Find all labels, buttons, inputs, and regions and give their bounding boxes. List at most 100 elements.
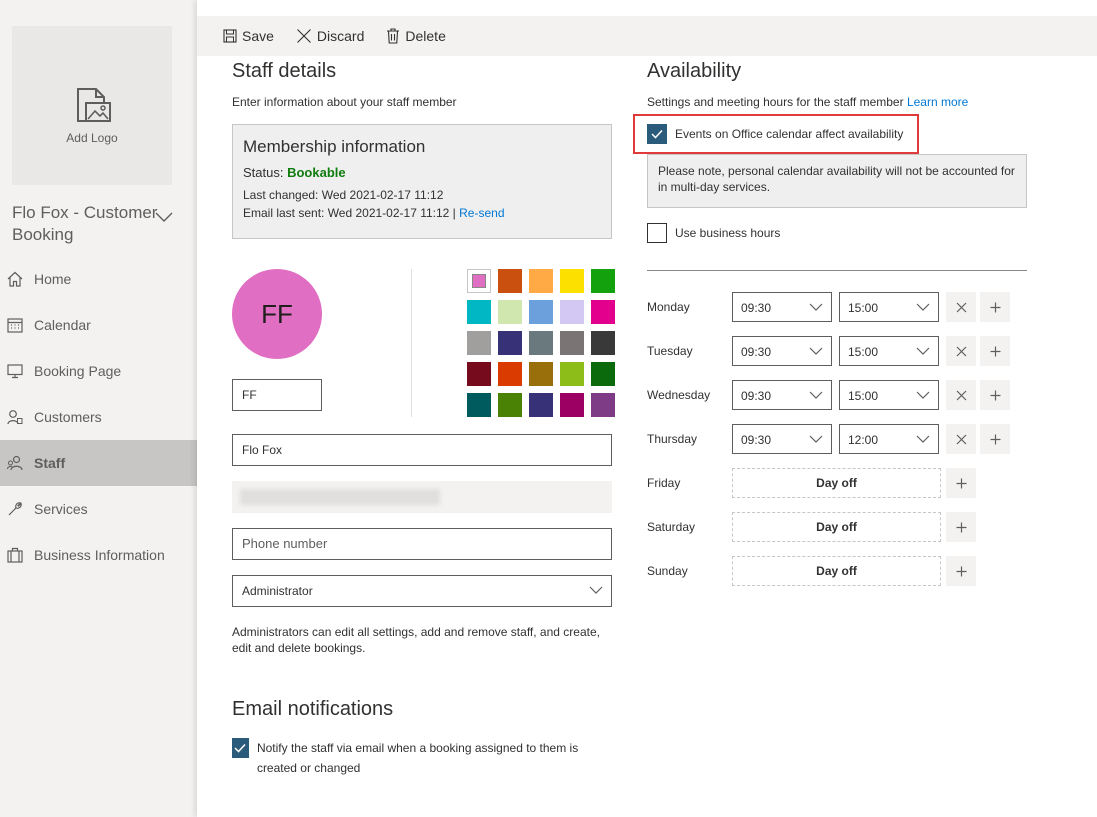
save-label: Save [242, 28, 274, 44]
monitor-icon [6, 362, 24, 380]
start-time-select[interactable]: 09:30 [732, 336, 832, 366]
color-swatch[interactable] [560, 269, 584, 293]
remove-hours-button[interactable] [946, 424, 976, 454]
sidebar-item-calendar[interactable]: Calendar [0, 302, 197, 348]
color-picker [467, 269, 615, 417]
color-swatch[interactable] [467, 393, 491, 417]
add-hours-button[interactable] [946, 512, 976, 542]
color-swatch[interactable] [498, 331, 522, 355]
day-row-thursday: Thursday 09:30 12:00 [647, 424, 1047, 456]
sidebar-item-home[interactable]: Home [0, 256, 197, 302]
close-icon [956, 346, 966, 356]
remove-hours-button[interactable] [946, 380, 976, 410]
chevron-down-icon[interactable] [155, 212, 173, 222]
sidebar-item-label: Home [34, 271, 72, 287]
color-swatch[interactable] [529, 362, 553, 386]
sidebar-item-booking-page[interactable]: Booking Page [0, 348, 197, 394]
staff-details-title: Staff details [232, 60, 337, 82]
email-field[interactable] [232, 481, 612, 513]
add-hours-button[interactable] [980, 424, 1010, 454]
business-name[interactable]: Flo Fox - Customer Booking [12, 202, 162, 246]
color-swatch[interactable] [498, 362, 522, 386]
start-time-value: 09:30 [741, 433, 772, 447]
resend-link[interactable]: Re-send [459, 206, 504, 220]
initials-input[interactable] [232, 379, 322, 411]
day-off-slot: Day off [732, 556, 941, 586]
end-time-select[interactable]: 15:00 [839, 380, 939, 410]
color-swatch[interactable] [591, 393, 615, 417]
sidebar-item-label: Customers [34, 409, 102, 425]
color-swatch[interactable] [560, 300, 584, 324]
sidebar-item-services[interactable]: Services [0, 486, 197, 532]
plus-icon [956, 522, 966, 532]
notify-checkbox[interactable] [232, 738, 249, 758]
phone-field[interactable] [232, 528, 612, 560]
remove-hours-button[interactable] [946, 292, 976, 322]
start-time-select[interactable]: 09:30 [732, 424, 832, 454]
avatar: FF [232, 269, 322, 359]
business-hours-label: Use business hours [675, 226, 781, 240]
start-time-select[interactable]: 09:30 [732, 380, 832, 410]
color-swatch[interactable] [498, 269, 522, 293]
office-calendar-row: Events on Office calendar affect availab… [647, 124, 903, 144]
plus-icon [990, 434, 1000, 444]
day-row-friday: Friday Day off [647, 468, 1047, 500]
color-swatch[interactable] [591, 300, 615, 324]
end-time-select[interactable]: 12:00 [839, 424, 939, 454]
calendar-note: Please note, personal calendar availabil… [647, 154, 1027, 208]
add-hours-button[interactable] [980, 292, 1010, 322]
color-swatch[interactable] [467, 331, 491, 355]
color-swatch[interactable] [529, 269, 553, 293]
close-icon [956, 302, 966, 312]
calendar-icon [6, 316, 24, 334]
save-button[interactable]: Save [223, 28, 274, 44]
add-hours-button[interactable] [946, 468, 976, 498]
chevron-down-icon [916, 435, 930, 443]
business-hours-checkbox[interactable] [647, 223, 667, 243]
sidebar-item-staff[interactable]: Staff [0, 440, 197, 486]
role-value: Administrator [242, 584, 313, 598]
email-redacted [240, 489, 440, 505]
color-swatch[interactable] [498, 393, 522, 417]
color-swatch[interactable] [467, 362, 491, 386]
color-swatch[interactable] [529, 300, 553, 324]
add-logo-button[interactable]: Add Logo [12, 26, 172, 185]
color-swatch[interactable] [467, 300, 491, 324]
delete-button[interactable]: Delete [386, 28, 446, 44]
add-hours-button[interactable] [980, 336, 1010, 366]
color-swatch[interactable] [591, 362, 615, 386]
availability-description: Settings and meeting hours for the staff… [647, 95, 904, 109]
color-swatch[interactable] [529, 393, 553, 417]
sidebar-item-business-information[interactable]: Business Information [0, 532, 197, 578]
status-label: Status: [243, 165, 284, 180]
color-swatch[interactable] [591, 269, 615, 293]
add-hours-button[interactable] [980, 380, 1010, 410]
color-swatch[interactable] [467, 269, 491, 293]
color-swatch[interactable] [560, 331, 584, 355]
add-hours-button[interactable] [946, 556, 976, 586]
day-label: Wednesday [647, 388, 711, 402]
start-time-select[interactable]: 09:30 [732, 292, 832, 322]
color-swatch[interactable] [498, 300, 522, 324]
end-time-select[interactable]: 15:00 [839, 292, 939, 322]
chevron-down-icon [916, 303, 930, 311]
end-time-select[interactable]: 15:00 [839, 336, 939, 366]
color-swatch[interactable] [529, 331, 553, 355]
selected-color-indicator [472, 274, 486, 288]
close-icon [956, 390, 966, 400]
day-label: Thursday [647, 432, 698, 446]
chevron-down-icon [916, 347, 930, 355]
chevron-down-icon [809, 391, 823, 399]
learn-more-link[interactable]: Learn more [907, 95, 968, 109]
name-field[interactable] [232, 434, 612, 466]
role-select[interactable]: Administrator [232, 575, 612, 607]
chevron-down-icon [809, 303, 823, 311]
color-swatch[interactable] [591, 331, 615, 355]
role-note: Administrators can edit all settings, ad… [232, 625, 600, 655]
sidebar-item-customers[interactable]: Customers [0, 394, 197, 440]
office-calendar-checkbox[interactable] [647, 124, 667, 144]
color-swatch[interactable] [560, 393, 584, 417]
color-swatch[interactable] [560, 362, 584, 386]
remove-hours-button[interactable] [946, 336, 976, 366]
discard-button[interactable]: Discard [296, 28, 364, 44]
